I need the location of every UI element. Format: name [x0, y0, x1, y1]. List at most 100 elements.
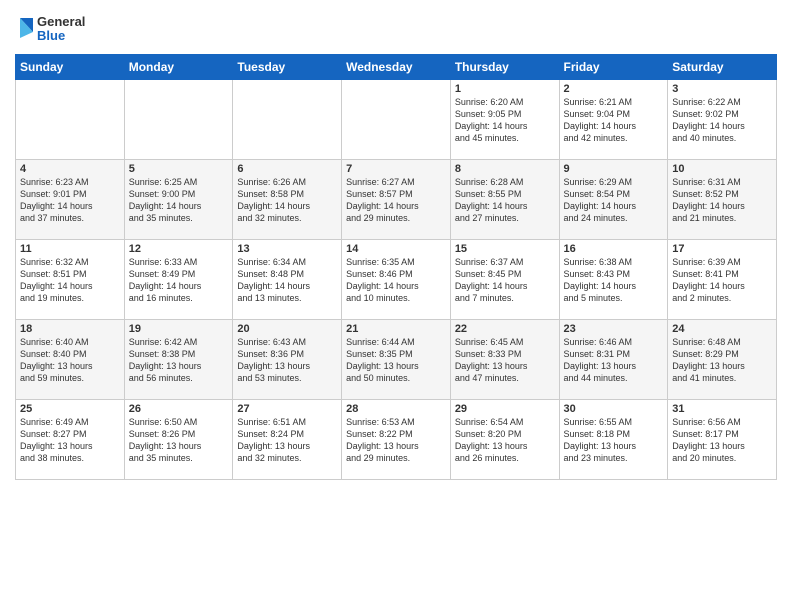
day-info: Sunrise: 6:56 AM Sunset: 8:17 PM Dayligh… — [672, 416, 772, 465]
day-info: Sunrise: 6:44 AM Sunset: 8:35 PM Dayligh… — [346, 336, 446, 385]
calendar-cell: 10Sunrise: 6:31 AM Sunset: 8:52 PM Dayli… — [668, 160, 777, 240]
calendar-cell: 30Sunrise: 6:55 AM Sunset: 8:18 PM Dayli… — [559, 400, 668, 480]
day-info: Sunrise: 6:37 AM Sunset: 8:45 PM Dayligh… — [455, 256, 555, 305]
calendar-cell: 2Sunrise: 6:21 AM Sunset: 9:04 PM Daylig… — [559, 80, 668, 160]
calendar-cell: 21Sunrise: 6:44 AM Sunset: 8:35 PM Dayli… — [342, 320, 451, 400]
calendar-cell: 31Sunrise: 6:56 AM Sunset: 8:17 PM Dayli… — [668, 400, 777, 480]
calendar-cell: 25Sunrise: 6:49 AM Sunset: 8:27 PM Dayli… — [16, 400, 125, 480]
day-number: 27 — [237, 403, 337, 415]
day-info: Sunrise: 6:23 AM Sunset: 9:01 PM Dayligh… — [20, 176, 120, 225]
day-number: 6 — [237, 163, 337, 175]
day-info: Sunrise: 6:33 AM Sunset: 8:49 PM Dayligh… — [129, 256, 229, 305]
calendar-cell — [124, 80, 233, 160]
calendar-cell: 15Sunrise: 6:37 AM Sunset: 8:45 PM Dayli… — [450, 240, 559, 320]
day-number: 9 — [564, 163, 664, 175]
day-number: 18 — [20, 323, 120, 335]
day-info: Sunrise: 6:20 AM Sunset: 9:05 PM Dayligh… — [455, 96, 555, 145]
day-number: 23 — [564, 323, 664, 335]
day-info: Sunrise: 6:55 AM Sunset: 8:18 PM Dayligh… — [564, 416, 664, 465]
day-info: Sunrise: 6:43 AM Sunset: 8:36 PM Dayligh… — [237, 336, 337, 385]
day-number: 19 — [129, 323, 229, 335]
calendar-cell: 12Sunrise: 6:33 AM Sunset: 8:49 PM Dayli… — [124, 240, 233, 320]
day-number: 16 — [564, 243, 664, 255]
day-info: Sunrise: 6:48 AM Sunset: 8:29 PM Dayligh… — [672, 336, 772, 385]
calendar-cell: 7Sunrise: 6:27 AM Sunset: 8:57 PM Daylig… — [342, 160, 451, 240]
calendar-cell: 6Sunrise: 6:26 AM Sunset: 8:58 PM Daylig… — [233, 160, 342, 240]
calendar-cell: 11Sunrise: 6:32 AM Sunset: 8:51 PM Dayli… — [16, 240, 125, 320]
calendar-cell: 3Sunrise: 6:22 AM Sunset: 9:02 PM Daylig… — [668, 80, 777, 160]
calendar-cell: 27Sunrise: 6:51 AM Sunset: 8:24 PM Dayli… — [233, 400, 342, 480]
day-number: 22 — [455, 323, 555, 335]
day-info: Sunrise: 6:27 AM Sunset: 8:57 PM Dayligh… — [346, 176, 446, 225]
day-info: Sunrise: 6:51 AM Sunset: 8:24 PM Dayligh… — [237, 416, 337, 465]
calendar-cell — [16, 80, 125, 160]
header: GeneralBlue — [15, 10, 777, 48]
day-number: 2 — [564, 83, 664, 95]
week-row-1: 1Sunrise: 6:20 AM Sunset: 9:05 PM Daylig… — [16, 80, 777, 160]
week-row-4: 18Sunrise: 6:40 AM Sunset: 8:40 PM Dayli… — [16, 320, 777, 400]
day-info: Sunrise: 6:31 AM Sunset: 8:52 PM Dayligh… — [672, 176, 772, 225]
calendar-cell: 22Sunrise: 6:45 AM Sunset: 8:33 PM Dayli… — [450, 320, 559, 400]
day-number: 11 — [20, 243, 120, 255]
calendar-cell: 26Sunrise: 6:50 AM Sunset: 8:26 PM Dayli… — [124, 400, 233, 480]
weekday-header-wednesday: Wednesday — [342, 55, 451, 80]
weekday-header-friday: Friday — [559, 55, 668, 80]
day-info: Sunrise: 6:49 AM Sunset: 8:27 PM Dayligh… — [20, 416, 120, 465]
day-info: Sunrise: 6:53 AM Sunset: 8:22 PM Dayligh… — [346, 416, 446, 465]
day-number: 10 — [672, 163, 772, 175]
calendar-cell: 24Sunrise: 6:48 AM Sunset: 8:29 PM Dayli… — [668, 320, 777, 400]
day-info: Sunrise: 6:35 AM Sunset: 8:46 PM Dayligh… — [346, 256, 446, 305]
day-info: Sunrise: 6:46 AM Sunset: 8:31 PM Dayligh… — [564, 336, 664, 385]
day-number: 12 — [129, 243, 229, 255]
week-row-3: 11Sunrise: 6:32 AM Sunset: 8:51 PM Dayli… — [16, 240, 777, 320]
day-number: 30 — [564, 403, 664, 415]
weekday-header-thursday: Thursday — [450, 55, 559, 80]
day-number: 17 — [672, 243, 772, 255]
day-number: 8 — [455, 163, 555, 175]
day-info: Sunrise: 6:32 AM Sunset: 8:51 PM Dayligh… — [20, 256, 120, 305]
weekday-header-sunday: Sunday — [16, 55, 125, 80]
day-number: 5 — [129, 163, 229, 175]
calendar-cell: 8Sunrise: 6:28 AM Sunset: 8:55 PM Daylig… — [450, 160, 559, 240]
day-number: 20 — [237, 323, 337, 335]
calendar-cell: 9Sunrise: 6:29 AM Sunset: 8:54 PM Daylig… — [559, 160, 668, 240]
day-info: Sunrise: 6:38 AM Sunset: 8:43 PM Dayligh… — [564, 256, 664, 305]
week-row-5: 25Sunrise: 6:49 AM Sunset: 8:27 PM Dayli… — [16, 400, 777, 480]
day-info: Sunrise: 6:45 AM Sunset: 8:33 PM Dayligh… — [455, 336, 555, 385]
day-number: 28 — [346, 403, 446, 415]
weekday-header-saturday: Saturday — [668, 55, 777, 80]
calendar-cell: 16Sunrise: 6:38 AM Sunset: 8:43 PM Dayli… — [559, 240, 668, 320]
svg-text:Blue: Blue — [37, 28, 65, 43]
day-info: Sunrise: 6:21 AM Sunset: 9:04 PM Dayligh… — [564, 96, 664, 145]
day-info: Sunrise: 6:29 AM Sunset: 8:54 PM Dayligh… — [564, 176, 664, 225]
day-number: 24 — [672, 323, 772, 335]
calendar-cell: 29Sunrise: 6:54 AM Sunset: 8:20 PM Dayli… — [450, 400, 559, 480]
calendar-cell: 20Sunrise: 6:43 AM Sunset: 8:36 PM Dayli… — [233, 320, 342, 400]
calendar-cell: 5Sunrise: 6:25 AM Sunset: 9:00 PM Daylig… — [124, 160, 233, 240]
logo-svg: GeneralBlue — [15, 10, 85, 48]
page-container: GeneralBlue SundayMondayTuesdayWednesday… — [0, 0, 792, 488]
day-info: Sunrise: 6:42 AM Sunset: 8:38 PM Dayligh… — [129, 336, 229, 385]
calendar-cell — [342, 80, 451, 160]
logo: GeneralBlue — [15, 10, 85, 48]
weekday-header-row: SundayMondayTuesdayWednesdayThursdayFrid… — [16, 55, 777, 80]
day-number: 21 — [346, 323, 446, 335]
day-info: Sunrise: 6:26 AM Sunset: 8:58 PM Dayligh… — [237, 176, 337, 225]
calendar-cell — [233, 80, 342, 160]
calendar-cell: 14Sunrise: 6:35 AM Sunset: 8:46 PM Dayli… — [342, 240, 451, 320]
day-number: 3 — [672, 83, 772, 95]
svg-text:General: General — [37, 14, 85, 29]
calendar-cell: 23Sunrise: 6:46 AM Sunset: 8:31 PM Dayli… — [559, 320, 668, 400]
weekday-header-monday: Monday — [124, 55, 233, 80]
day-info: Sunrise: 6:54 AM Sunset: 8:20 PM Dayligh… — [455, 416, 555, 465]
day-number: 7 — [346, 163, 446, 175]
calendar-cell: 4Sunrise: 6:23 AM Sunset: 9:01 PM Daylig… — [16, 160, 125, 240]
day-info: Sunrise: 6:34 AM Sunset: 8:48 PM Dayligh… — [237, 256, 337, 305]
day-info: Sunrise: 6:39 AM Sunset: 8:41 PM Dayligh… — [672, 256, 772, 305]
day-number: 26 — [129, 403, 229, 415]
day-info: Sunrise: 6:28 AM Sunset: 8:55 PM Dayligh… — [455, 176, 555, 225]
day-number: 13 — [237, 243, 337, 255]
calendar-table: SundayMondayTuesdayWednesdayThursdayFrid… — [15, 54, 777, 480]
day-number: 29 — [455, 403, 555, 415]
day-info: Sunrise: 6:25 AM Sunset: 9:00 PM Dayligh… — [129, 176, 229, 225]
